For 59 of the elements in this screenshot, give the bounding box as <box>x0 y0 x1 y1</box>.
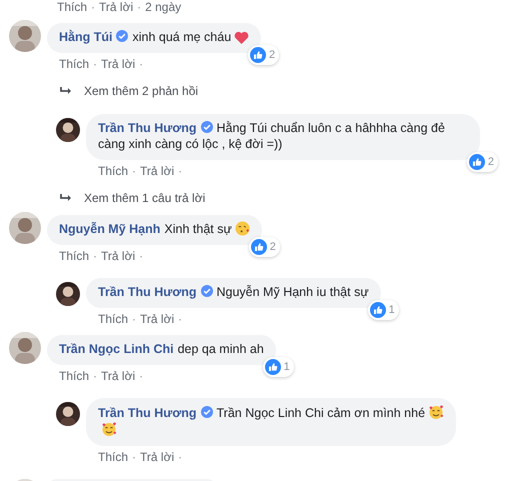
separator-dot: · <box>139 57 144 71</box>
like-icon <box>250 239 267 255</box>
separator-dot: · <box>93 57 98 71</box>
separator-dot: · <box>132 450 136 464</box>
action-link[interactable]: Trả lời <box>101 369 136 383</box>
action-link[interactable]: Trả lời <box>101 249 136 263</box>
separator-dot: · <box>178 450 182 464</box>
action-link[interactable]: Thích <box>59 57 90 71</box>
heart-icon <box>234 31 250 44</box>
separator-dot: · <box>139 249 144 263</box>
separator-dot: · <box>137 0 142 14</box>
action-link[interactable]: Trả lời <box>140 450 174 464</box>
action-link[interactable]: Trả lời <box>140 312 174 326</box>
separator-dot: · <box>91 0 96 14</box>
like-count-badge[interactable]: 1 <box>262 357 294 377</box>
action-link[interactable]: Trả lời <box>140 164 174 178</box>
separator-dot: · <box>93 249 98 263</box>
like-icon <box>264 359 281 375</box>
action-link[interactable]: 2 ngày <box>145 0 182 14</box>
kissing-face-icon <box>234 221 250 236</box>
action-link[interactable]: Thích <box>98 312 128 326</box>
commenter-name[interactable]: Trần Ngọc Linh Chi <box>59 342 174 356</box>
like-icon <box>370 302 386 318</box>
smiling-face-hearts-icon <box>101 421 117 437</box>
commenter-name[interactable]: Hằng Túi <box>59 30 112 44</box>
action-link[interactable]: Thích <box>98 450 128 464</box>
separator-dot: · <box>93 369 98 383</box>
like-count-badge[interactable]: 2 <box>466 152 498 172</box>
commenter-name[interactable]: Trần Thu Hương <box>98 121 196 135</box>
reply-arrow-icon <box>60 194 72 203</box>
view-more-replies-link[interactable]: Xem thêm 1 câu trả lời <box>84 191 206 206</box>
like-count-badge[interactable]: 1 <box>368 300 399 320</box>
action-link[interactable]: Trả lời <box>101 57 136 71</box>
comment-text: Trần Thu Hương Nguyễn Mỹ Hạnh iu thật sự <box>98 284 369 300</box>
action-link[interactable]: Thích <box>59 369 90 383</box>
separator-dot: · <box>132 312 136 326</box>
like-icon <box>250 47 266 63</box>
action-link[interactable]: Trả lời <box>99 0 134 14</box>
like-count-badge[interactable]: 2 <box>248 45 280 65</box>
action-link[interactable]: Thích <box>98 164 128 178</box>
smiling-face-hearts-icon <box>428 404 444 420</box>
comment-text: Trần Ngọc Linh Chi dep qa minh ah <box>59 341 264 357</box>
like-count-badge[interactable]: 2 <box>248 237 280 257</box>
like-icon <box>468 154 485 170</box>
comment-text: Nguyễn Mỹ Hạnh Xinh thật sự <box>59 221 250 237</box>
separator-dot: · <box>178 164 182 178</box>
comment-text: Hằng Túi xinh quá mẹ cháu <box>59 29 250 45</box>
comment-text: Trần Thu Hương Trần Ngọc Linh Chi cảm ơn mình nhé <box>98 404 444 421</box>
separator-dot: · <box>139 369 144 383</box>
action-link[interactable]: Thích <box>59 249 90 263</box>
separator-dot: · <box>132 164 136 178</box>
reply-arrow-icon <box>60 87 72 96</box>
separator-dot: · <box>178 312 182 326</box>
commenter-name[interactable]: Trần Thu Hương <box>98 285 196 299</box>
view-more-replies-link[interactable]: Xem thêm 2 phản hồi <box>84 84 198 99</box>
action-link[interactable]: Thích <box>57 0 88 14</box>
commenter-name[interactable]: Trần Thu Hương <box>98 406 196 420</box>
comment-text: Trần Thu Hương Hằng Túi chuẩn luôn c a hâhhha càng đẻ càng xinh càng có lộc , kệ đời =)) <box>98 120 446 152</box>
commenter-name[interactable]: Nguyễn Mỹ Hạnh <box>59 222 160 236</box>
